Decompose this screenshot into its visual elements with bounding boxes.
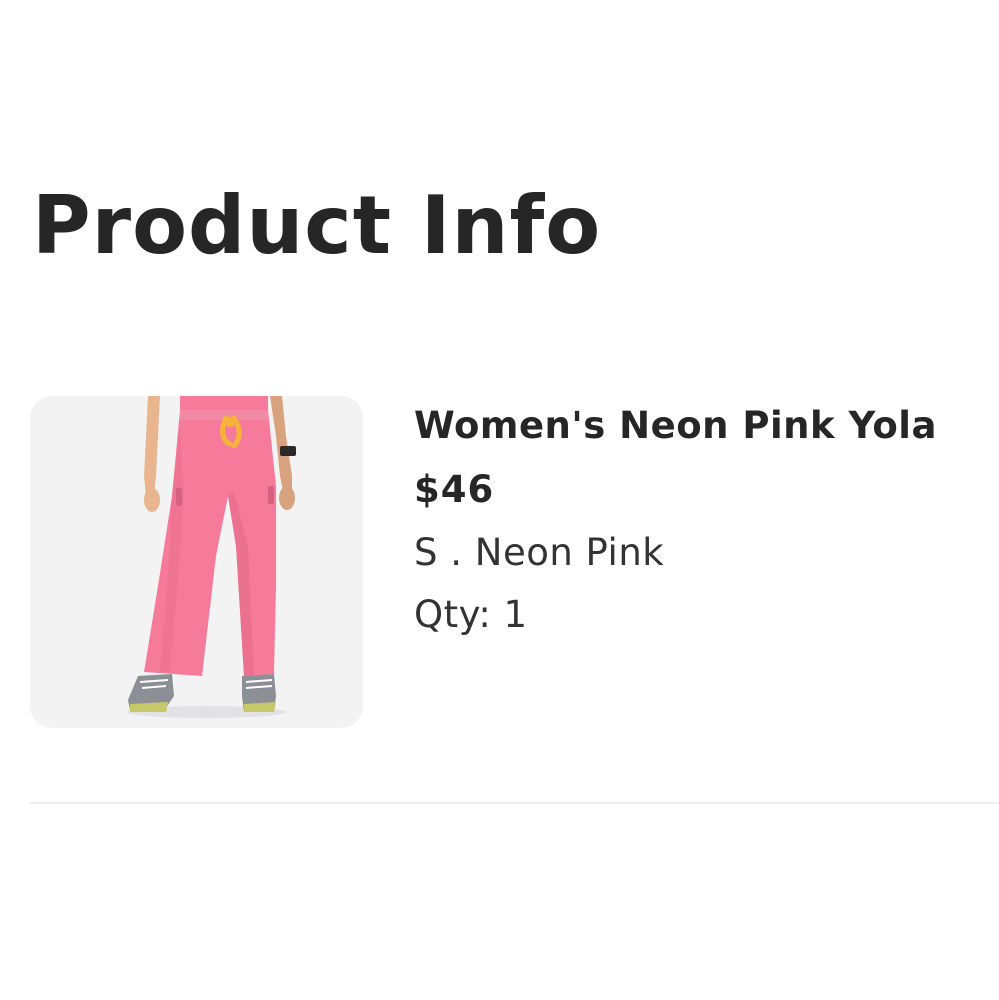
product-variant: S . Neon Pink (414, 530, 665, 574)
page-title: Product Info (32, 179, 602, 272)
product-image[interactable] (30, 396, 363, 728)
product-quantity: Qty: 1 (414, 593, 528, 637)
product-photo-icon (126, 396, 296, 718)
product-info: Women's Neon Pink Yola $46 S . Neon Pink… (414, 404, 937, 638)
product-name[interactable]: Women's Neon Pink Yola (414, 404, 937, 448)
divider (30, 802, 999, 804)
product-price: $46 (414, 468, 495, 512)
product-card[interactable]: Women's Neon Pink Yola $46 S . Neon Pink… (30, 396, 999, 730)
